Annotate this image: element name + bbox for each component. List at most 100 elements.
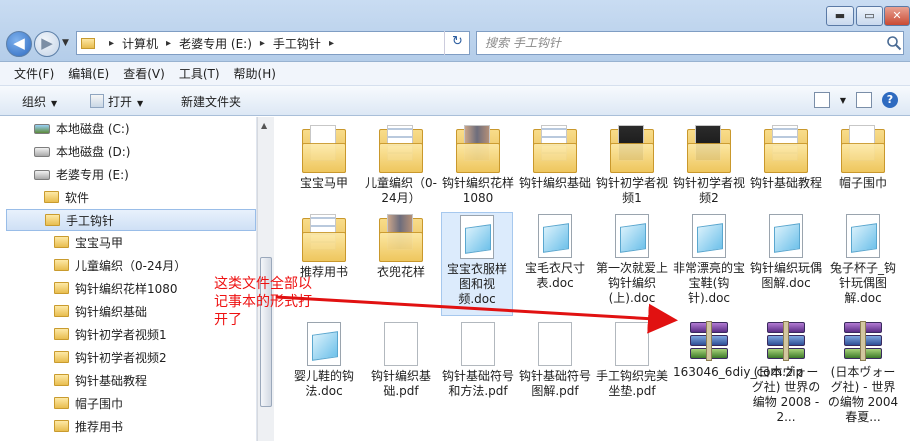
hard-drive-icon <box>34 170 50 180</box>
help-icon[interactable]: ? <box>882 92 898 108</box>
folder-icon <box>302 125 346 173</box>
folder-icon <box>379 214 423 262</box>
archive-icon <box>690 321 728 362</box>
nav-subfolder[interactable]: 帽子围巾 <box>54 393 123 415</box>
file-item[interactable]: 第一次就爱上钩针编织(上).doc <box>596 214 668 306</box>
refresh-button[interactable]: ↻ <box>444 31 470 55</box>
file-view: 宝宝马甲 儿童编织（0-24月） 钩针编织花样1080 钩针编织基础 钩针初学者… <box>275 117 910 441</box>
folder-item[interactable]: 衣兜花样 <box>365 214 437 280</box>
archive-icon <box>767 321 805 362</box>
scroll-up-icon[interactable]: ▲ <box>261 121 267 130</box>
forward-arrow-icon: ▶ <box>41 34 53 52</box>
menu-edit[interactable]: 编辑(E) <box>68 65 109 82</box>
breadcrumb-separator[interactable]: ▸ <box>260 38 265 49</box>
new-folder-button[interactable]: 新建文件夹 <box>181 93 241 110</box>
organize-label: 组织 <box>22 95 47 109</box>
file-item[interactable]: 婴儿鞋的钩法.doc <box>288 322 360 399</box>
maximize-button[interactable]: ▭ <box>856 6 883 26</box>
folder-item[interactable]: 钩针基础教程 <box>750 125 822 191</box>
file-item-selected[interactable]: 宝宝衣服样图和视频.doc <box>441 212 513 316</box>
nav-drive-c[interactable]: 本地磁盘 (C:) <box>34 118 130 140</box>
text-document-icon <box>769 214 803 258</box>
open-label: 打开 <box>108 95 133 109</box>
menu-file[interactable]: 文件(F) <box>14 65 54 82</box>
hard-drive-icon <box>34 147 50 157</box>
file-item[interactable]: 钩针基础符号和方法.pdf <box>442 322 514 399</box>
folder-item[interactable]: 钩针编织基础 <box>519 125 591 191</box>
folder-icon <box>54 420 69 432</box>
nav-subfolder[interactable]: 钩针编织基础 <box>54 301 147 323</box>
folder-icon <box>302 214 346 262</box>
folder-icon <box>54 236 69 248</box>
folder-icon <box>54 259 69 271</box>
nav-subfolder[interactable]: 宝宝马甲 <box>54 232 123 254</box>
preview-pane-icon[interactable] <box>856 92 872 108</box>
folder-icon <box>81 37 95 49</box>
folder-item[interactable]: 儿童编织（0-24月） <box>365 125 437 206</box>
title-bar: ▬ ▭ ✕ ◀ ▶ ▼ ▸ 计算机 ▸ 老婆专用 (E:) ▸ 手工钩针 ▸ ↻… <box>0 0 910 62</box>
menu-help[interactable]: 帮助(H) <box>234 65 276 82</box>
back-button[interactable]: ◀ <box>6 31 32 57</box>
nav-subfolder[interactable]: 钩针初学者视频1 <box>54 324 167 346</box>
organize-button[interactable]: 组织 ▼ <box>22 93 57 110</box>
chevron-down-icon[interactable]: ▼ <box>840 96 846 105</box>
folder-item[interactable]: 钩针编织花样1080 <box>442 125 514 206</box>
folder-icon <box>533 125 577 173</box>
nav-subfolder[interactable]: 推荐用书 <box>54 416 123 438</box>
folder-icon <box>379 125 423 173</box>
file-item[interactable]: 钩针编织玩偶图解.doc <box>750 214 822 291</box>
file-item[interactable]: 宝毛衣尺寸表.doc <box>519 214 591 291</box>
nav-subfolder[interactable]: 钩针编织花样1080 <box>54 278 178 300</box>
nav-drive-d[interactable]: 本地磁盘 (D:) <box>34 141 130 163</box>
breadcrumb-separator[interactable]: ▸ <box>329 38 334 49</box>
file-item[interactable]: 非常漂亮的宝宝鞋(钩针).doc <box>673 214 745 306</box>
folder-item[interactable]: 宝宝马甲 <box>288 125 360 191</box>
address-bar[interactable]: ▸ 计算机 ▸ 老婆专用 (E:) ▸ 手工钩针 ▸ <box>76 31 470 55</box>
nav-subfolder[interactable]: 钩针基础教程 <box>54 370 147 392</box>
folder-icon <box>841 125 885 173</box>
folder-item[interactable]: 帽子围巾 <box>827 125 899 191</box>
folder-icon <box>610 125 654 173</box>
annotation-text: 这类文件全部以记事本的形式打开了 <box>214 276 312 328</box>
nav-drive-e[interactable]: 老婆专用 (E:) <box>34 164 129 186</box>
forward-button[interactable]: ▶ <box>34 31 60 57</box>
folder-item[interactable]: 推荐用书 <box>288 214 360 280</box>
breadcrumb-folder[interactable]: 手工钩针 <box>273 35 321 52</box>
menu-tools[interactable]: 工具(T) <box>179 65 220 82</box>
chevron-down-icon: ▼ <box>137 99 144 108</box>
menu-bar: 文件(F) 编辑(E) 查看(V) 工具(T) 帮助(H) <box>0 62 910 86</box>
close-button[interactable]: ✕ <box>884 6 910 26</box>
blank-file-icon <box>615 322 649 366</box>
folder-icon <box>54 374 69 386</box>
file-item[interactable]: 163046_6diy_com.zip <box>673 321 803 380</box>
breadcrumb-computer[interactable]: 计算机 <box>122 35 158 52</box>
recent-pages-dropdown[interactable]: ▼ <box>62 38 69 48</box>
folder-item[interactable]: 钩针初学者视频1 <box>596 125 668 206</box>
nav-folder-crochet[interactable]: 手工钩针 <box>6 209 256 231</box>
nav-subfolder[interactable]: 钩针初学者视频2 <box>54 347 167 369</box>
file-item[interactable]: 钩针编织基础.pdf <box>365 322 437 399</box>
file-item[interactable]: (日本ヴォーグ社) 世界の编物 2008 - 2... <box>750 321 822 425</box>
file-item[interactable]: (日本ヴォーグ社) - 世界の编物 2004春夏... <box>827 321 899 425</box>
folder-icon <box>687 125 731 173</box>
menu-view[interactable]: 查看(V) <box>123 65 165 82</box>
breadcrumb-drive-e[interactable]: 老婆专用 (E:) <box>179 35 252 52</box>
search-icon[interactable] <box>886 35 902 51</box>
blank-file-icon <box>384 322 418 366</box>
nav-subfolder[interactable]: 儿童编织（0-24月） <box>54 255 186 277</box>
change-view-icon[interactable] <box>813 92 830 108</box>
search-input[interactable]: 搜索 手工钩针 <box>476 31 904 55</box>
minimize-button[interactable]: ▬ <box>826 6 854 26</box>
folder-icon <box>54 351 69 363</box>
folder-icon <box>54 397 69 409</box>
breadcrumb-separator[interactable]: ▸ <box>109 38 114 49</box>
open-button[interactable]: 打开 ▼ <box>90 93 143 110</box>
nav-folder-software[interactable]: 软件 <box>44 187 89 209</box>
text-document-icon <box>692 214 726 258</box>
file-item[interactable]: 兔子杯子_钩针玩偶图解.doc <box>827 214 899 306</box>
folder-item[interactable]: 钩针初学者视频2 <box>673 125 745 206</box>
file-item[interactable]: 钩针基础符号图解.pdf <box>519 322 591 399</box>
file-item[interactable]: 手工钩织完美坐垫.pdf <box>596 322 668 399</box>
folder-icon <box>764 125 808 173</box>
breadcrumb-separator[interactable]: ▸ <box>166 38 171 49</box>
